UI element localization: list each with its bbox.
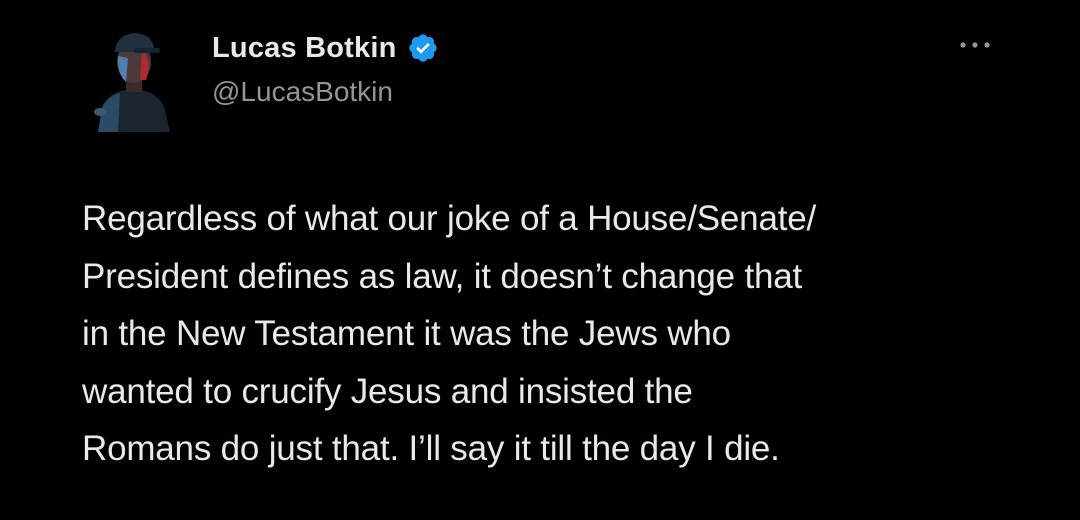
tweet-text-line: in the New Testament it was the Jews who [82, 314, 731, 353]
tweet-text-line: Regardless of what our joke of a House/S… [82, 199, 817, 238]
tweet-text-line: Romans do just that. I’ll say it till th… [82, 429, 780, 468]
tweet-text-line: President defines as law, it doesn’t cha… [82, 256, 803, 296]
verified-badge-icon[interactable] [407, 32, 439, 64]
avatar-image [88, 22, 178, 132]
profile-avatar[interactable] [88, 22, 178, 132]
more-options-button[interactable] [950, 30, 1000, 60]
author-display-name[interactable]: Lucas Botkin [212, 32, 397, 65]
tweet-text: Regardless of what our joke of a House/S… [82, 190, 1042, 478]
tweet-card: Lucas Botkin @LucasBotkin Regardless of … [0, 0, 1080, 520]
tweet-text-line: wanted to crucify Jesus and insisted the [82, 371, 693, 411]
more-options-icon [960, 42, 990, 48]
author-handle[interactable]: @LucasBotkin [212, 76, 393, 108]
author-name-row: Lucas Botkin [212, 28, 439, 68]
